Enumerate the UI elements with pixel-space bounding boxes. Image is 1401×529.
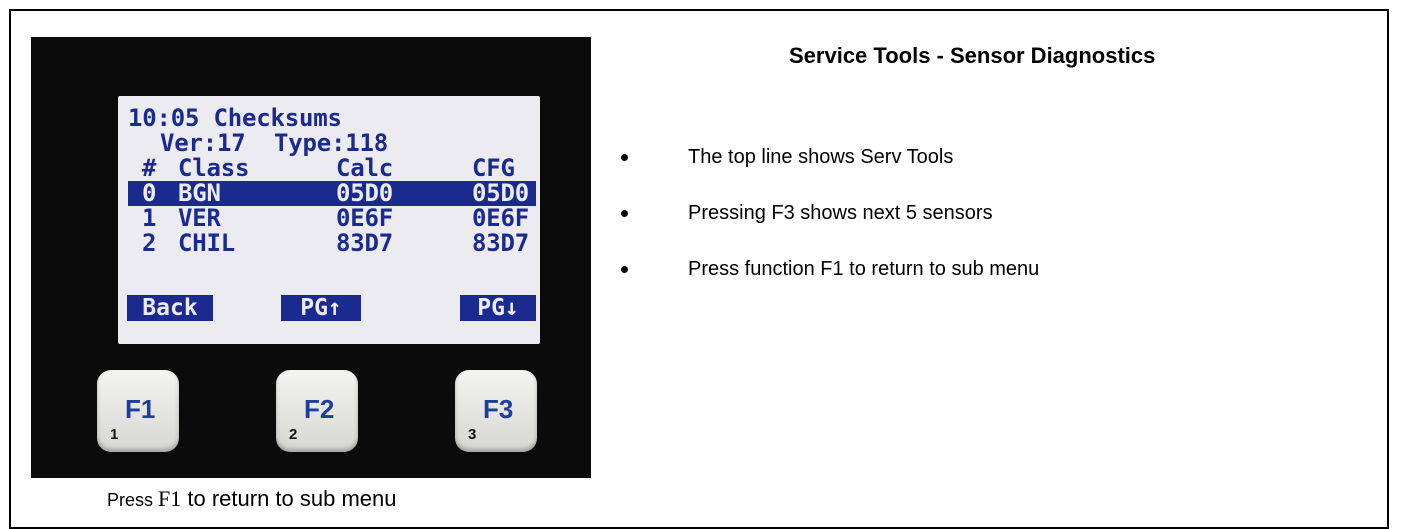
bullet-dot-icon bbox=[621, 154, 628, 161]
lcd-row-selected[interactable]: 0 BGN 05D0 05D0 bbox=[128, 181, 536, 206]
lcd-version-type: Ver:17 Type:118 bbox=[160, 129, 388, 157]
row-cfg: 0E6F bbox=[472, 204, 529, 232]
row-class: VER bbox=[178, 204, 221, 232]
bullet-dot-icon bbox=[621, 210, 628, 217]
row-num: 2 bbox=[142, 229, 157, 257]
header-calc: Calc bbox=[336, 154, 393, 182]
f3-key[interactable]: F3 3 bbox=[455, 370, 537, 452]
lcd-row[interactable]: 2 CHIL 83D7 83D7 bbox=[128, 231, 536, 256]
lcd-row[interactable]: 1 VER 0E6F 0E6F bbox=[128, 206, 536, 231]
f1-key-number: 1 bbox=[110, 426, 119, 443]
page-title: Service Tools - Sensor Diagnostics bbox=[789, 43, 1156, 68]
f2-key-label: F2 bbox=[304, 394, 335, 424]
header-num: # bbox=[142, 154, 157, 182]
bullet-text: Press function F1 to return to sub menu bbox=[688, 258, 1040, 280]
bullet-item: Pressing F3 shows next 5 sensors bbox=[615, 199, 1039, 255]
header-cfg: CFG bbox=[472, 154, 515, 182]
f3-key-label: F3 bbox=[483, 394, 514, 424]
f1-key[interactable]: F1 1 bbox=[97, 370, 179, 452]
bullet-list: The top line shows Serv Tools Pressing F… bbox=[615, 143, 1039, 311]
row-class: BGN bbox=[178, 179, 221, 207]
softkey-page-down[interactable]: PG↓ bbox=[460, 295, 536, 321]
bullet-text: The top line shows Serv Tools bbox=[688, 146, 954, 168]
f1-key-label: F1 bbox=[125, 394, 156, 424]
row-calc: 05D0 bbox=[336, 179, 393, 207]
row-num: 0 bbox=[142, 179, 157, 207]
row-calc: 83D7 bbox=[336, 229, 393, 257]
image-caption: Press F1 to return to sub menu bbox=[107, 486, 397, 512]
bullet-item: The top line shows Serv Tools bbox=[615, 143, 1039, 199]
bullet-text: Pressing F3 shows next 5 sensors bbox=[688, 202, 993, 224]
caption-prefix: Press bbox=[107, 490, 159, 510]
bullet-item: Press function F1 to return to sub menu bbox=[615, 255, 1039, 311]
lcd-screen: 10:05 Checksums Ver:17 Type:118 # Class … bbox=[118, 96, 540, 344]
row-calc: 0E6F bbox=[336, 204, 393, 232]
lcd-header-row: # Class Calc CFG bbox=[128, 156, 536, 181]
row-cfg: 05D0 bbox=[472, 179, 529, 207]
row-num: 1 bbox=[142, 204, 157, 232]
lcd-time-title: 10:05 Checksums bbox=[128, 104, 342, 132]
controller-device-photo: 10:05 Checksums Ver:17 Type:118 # Class … bbox=[31, 37, 591, 478]
caption-suffix: to return to sub menu bbox=[181, 486, 397, 511]
softkey-back[interactable]: Back bbox=[127, 295, 213, 321]
f2-key-number: 2 bbox=[289, 426, 298, 443]
f2-key[interactable]: F2 2 bbox=[276, 370, 358, 452]
bullet-dot-icon bbox=[621, 266, 628, 273]
row-class: CHIL bbox=[178, 229, 235, 257]
row-cfg: 83D7 bbox=[472, 229, 529, 257]
caption-key: F1 bbox=[158, 486, 182, 511]
f3-key-number: 3 bbox=[468, 426, 477, 443]
softkey-page-up[interactable]: PG↑ bbox=[281, 295, 361, 321]
header-class: Class bbox=[178, 154, 250, 182]
